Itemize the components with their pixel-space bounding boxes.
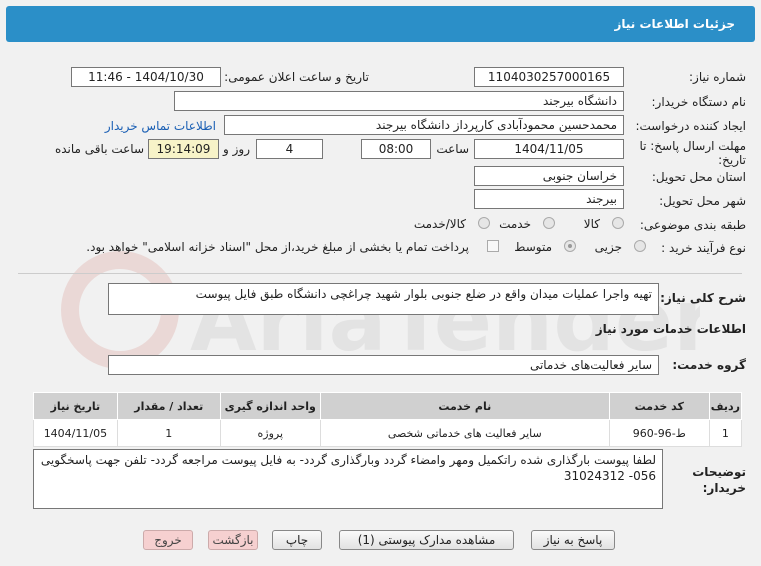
view-attachments-button[interactable]: مشاهده مدارک پیوستی (1) bbox=[339, 530, 514, 550]
city-label: شهر محل تحویل: bbox=[659, 194, 746, 208]
buyer-notes-label-2: خریدار: bbox=[702, 481, 746, 495]
service-group-field[interactable]: سایر فعالیت‌های خدماتی bbox=[108, 355, 659, 375]
deadline-time-label: ساعت bbox=[436, 142, 469, 156]
buyer-notes-field[interactable]: لطفا پیوست بارگذاری شده راتکمیل ومهر وام… bbox=[33, 449, 663, 509]
days-remaining-field[interactable]: 4 bbox=[256, 139, 323, 159]
deadline-label: مهلت ارسال پاسخ: تا bbox=[639, 139, 746, 153]
need-number-label: شماره نیاز: bbox=[689, 70, 746, 84]
table-header-row: ردیف کد خدمت نام خدمت واحد اندازه گیری ت… bbox=[33, 392, 743, 420]
col-name: نام خدمت bbox=[319, 392, 610, 420]
process-radio-medium[interactable] bbox=[564, 240, 576, 252]
reply-button[interactable]: پاسخ به نیاز bbox=[531, 530, 615, 550]
table-row[interactable]: 1 ط-96-960 سایر فعالیت های خدماتی شخصی پ… bbox=[33, 419, 743, 447]
description-label: شرح کلی نیاز: bbox=[660, 291, 746, 305]
section-divider bbox=[18, 273, 742, 274]
buyer-contact-link[interactable]: اطلاعات تماس خریدار bbox=[105, 119, 216, 133]
page-header: جزئیات اطلاعات نیاز bbox=[6, 6, 755, 42]
back-button[interactable]: بازگشت bbox=[208, 530, 258, 550]
services-section-title: اطلاعات خدمات مورد نیاز bbox=[595, 322, 746, 336]
category-label: طبقه بندی موضوعی: bbox=[639, 218, 746, 232]
category-option-goods: کالا bbox=[583, 217, 600, 231]
cell-unit: پروژه bbox=[219, 419, 321, 447]
creator-field[interactable]: محمدحسین محمودآبادی کارپرداز دانشگاه بیر… bbox=[224, 115, 624, 135]
deadline-time-field[interactable]: 08:00 bbox=[361, 139, 431, 159]
treasury-payment-checkbox[interactable] bbox=[487, 240, 499, 252]
category-option-both: کالا/خدمت bbox=[413, 217, 466, 231]
col-date: تاریخ نیاز bbox=[33, 392, 118, 420]
need-number-field[interactable]: 1104030257000165 bbox=[474, 67, 624, 87]
page-title: جزئیات اطلاعات نیاز bbox=[614, 17, 735, 31]
cell-name: سایر فعالیت های خدماتی شخصی bbox=[319, 419, 610, 447]
creator-label: ایجاد کننده درخواست: bbox=[635, 119, 746, 133]
col-code: کد خدمت bbox=[608, 392, 710, 420]
city-field[interactable]: بیرجند bbox=[474, 189, 624, 209]
days-label: روز و bbox=[223, 142, 250, 156]
category-radio-goods[interactable] bbox=[612, 217, 624, 229]
announce-label: تاریخ و ساعت اعلان عمومی: bbox=[224, 70, 369, 84]
buyer-notes-label: توضیحات bbox=[692, 465, 746, 479]
treasury-payment-note: پرداخت تمام یا بخشی از مبلغ خرید،از محل … bbox=[86, 240, 469, 254]
deadline-date-label: تاریخ: bbox=[718, 153, 746, 167]
remaining-time-field[interactable]: 19:14:09 bbox=[148, 139, 219, 159]
cell-qty: 1 bbox=[116, 419, 221, 447]
print-button[interactable]: چاپ bbox=[272, 530, 322, 550]
exit-button[interactable]: خروج bbox=[143, 530, 193, 550]
category-radio-both[interactable] bbox=[478, 217, 490, 229]
province-label: استان محل تحویل: bbox=[651, 170, 746, 184]
service-group-label: گروه خدمت: bbox=[672, 358, 746, 372]
process-option-minor: جزیی bbox=[594, 240, 622, 254]
deadline-date-field[interactable]: 1404/11/05 bbox=[474, 139, 624, 159]
services-table: ردیف کد خدمت نام خدمت واحد اندازه گیری ت… bbox=[33, 392, 743, 447]
col-row: ردیف bbox=[708, 392, 743, 420]
col-unit: واحد اندازه گیری bbox=[219, 392, 321, 420]
category-radio-service[interactable] bbox=[543, 217, 555, 229]
cell-date: 1404/11/05 bbox=[33, 419, 118, 447]
buyer-field[interactable]: دانشگاه بیرجند bbox=[174, 91, 624, 111]
description-field[interactable]: تهیه واجرا عملیات میدان واقع در ضلع جنوب… bbox=[108, 283, 659, 315]
announce-datetime-field[interactable]: 1404/10/30 - 11:46 bbox=[71, 67, 221, 87]
col-qty: تعداد / مقدار bbox=[116, 392, 221, 420]
buyer-label: نام دستگاه خریدار: bbox=[651, 95, 747, 109]
process-option-medium: متوسط bbox=[514, 240, 552, 254]
process-label: نوع فرآیند خرید : bbox=[661, 241, 746, 255]
category-option-service: خدمت bbox=[499, 217, 531, 231]
remaining-time-label: ساعت باقی مانده bbox=[54, 142, 144, 156]
process-radio-minor[interactable] bbox=[634, 240, 646, 252]
cell-row: 1 bbox=[708, 419, 743, 447]
province-field[interactable]: خراسان جنوبی bbox=[474, 166, 624, 186]
cell-code: ط-96-960 bbox=[608, 419, 710, 447]
